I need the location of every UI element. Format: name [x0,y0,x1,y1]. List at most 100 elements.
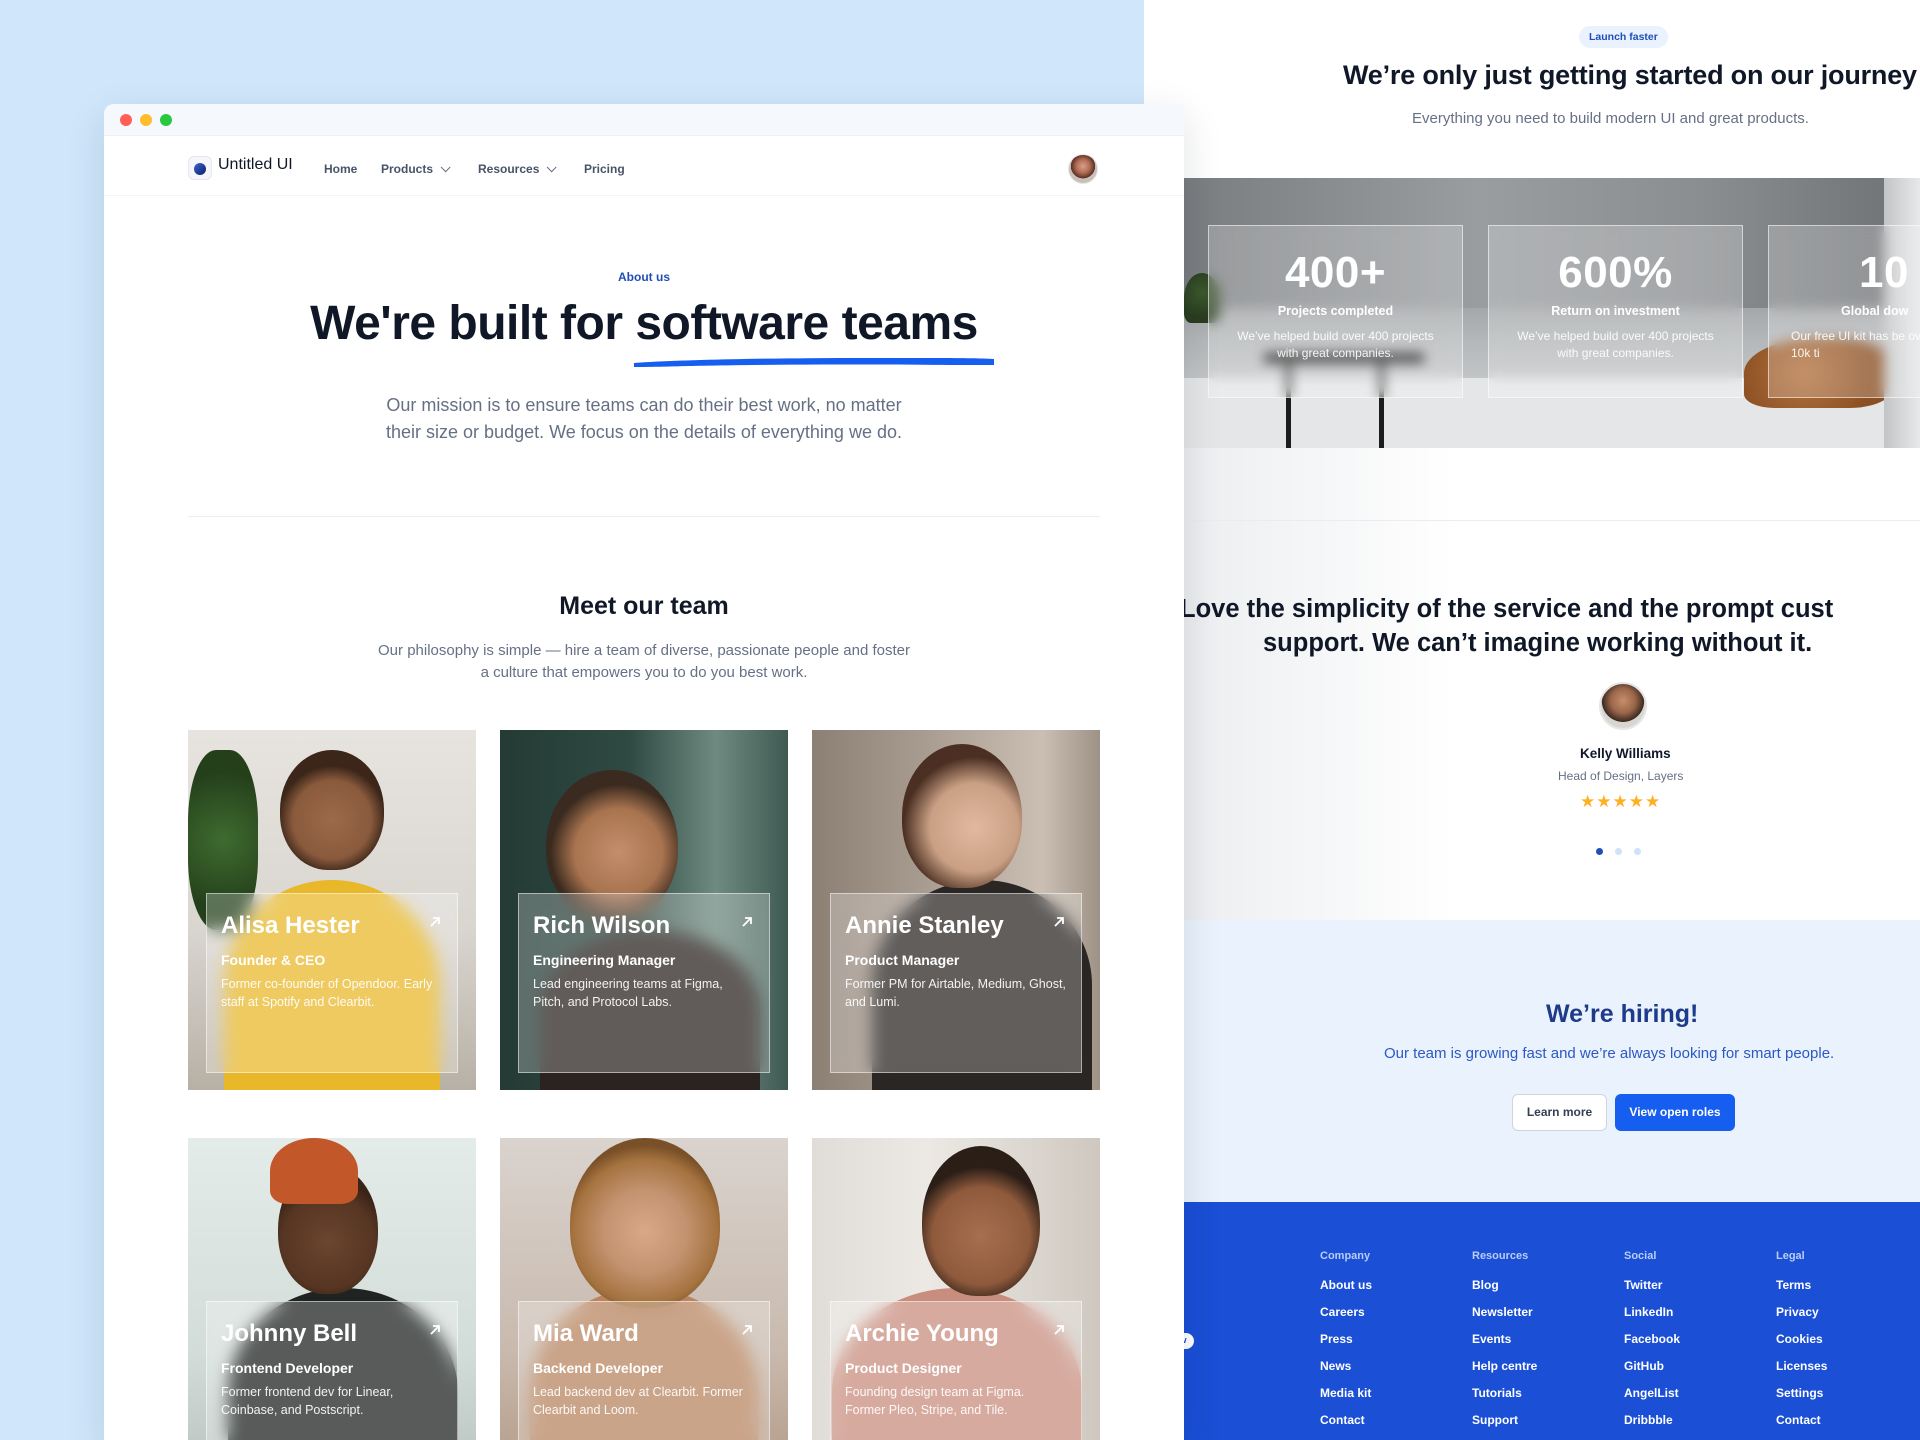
member-role: Frontend Developer [221,1360,354,1376]
footer-link[interactable]: Support [1472,1413,1537,1440]
carousel-dot[interactable] [1634,848,1641,855]
quote-line: Love the simplicity of the service and t… [1180,595,1834,623]
member-name: Rich Wilson [533,912,671,939]
member-name: Alisa Hester [221,912,360,939]
member-info-panel: Mia Ward Backend Developer Lead backend … [518,1301,770,1440]
footer-link[interactable]: Media kit [1320,1386,1372,1413]
brush-underline [634,358,994,367]
footer-link[interactable]: Tutorials [1472,1386,1537,1413]
footer-link[interactable]: Cookies [1776,1332,1827,1359]
chevron-down-icon [440,162,451,173]
hero-title-prefix: We're built for [310,297,636,350]
footer-link[interactable]: Facebook [1624,1332,1680,1359]
footer-link[interactable]: GitHub [1624,1359,1680,1386]
nav-link-pricing[interactable]: Pricing [584,162,625,176]
footer-link[interactable]: Twitter [1624,1278,1680,1305]
footer-link[interactable]: Privacy [1776,1305,1827,1332]
footer-link[interactable]: Licenses [1776,1359,1827,1386]
chevron-down-icon [547,162,557,173]
hiring-subtitle: Our team is growing fast and we’re alway… [1384,1045,1835,1062]
learn-more-button[interactable]: Learn more [1512,1094,1607,1131]
team-subtitle-line: a culture that empowers you to do you be… [480,664,808,681]
member-role: Engineering Manager [533,952,676,968]
section-divider [188,516,1100,517]
hero-subtitle: Our mission is to ensure teams can do th… [104,392,1184,446]
stat-card: 10 Global dow Our free UI kit has be ove… [1768,225,1920,398]
logo-icon[interactable] [188,156,212,180]
launch-badge: Launch faster [1579,26,1668,48]
footer-link[interactable]: Events [1472,1332,1537,1359]
stat-card: 400+ Projects completed We’ve helped bui… [1208,225,1463,398]
team-card[interactable]: Annie Stanley Product Manager Former PM … [812,730,1100,1090]
logo-text[interactable]: Untitled UI [218,156,293,174]
footer-link[interactable]: News [1320,1359,1372,1386]
user-avatar[interactable] [1068,154,1098,184]
stat-desc: Our free UI kit has be over 10k ti [1791,329,1920,360]
stats-subtitle: Everything you need to build modern UI a… [1412,110,1809,127]
view-open-roles-button[interactable]: View open roles [1615,1094,1735,1131]
arrow-up-right-icon[interactable] [739,1322,755,1338]
team-card[interactable]: Mia Ward Backend Developer Lead backend … [500,1138,788,1440]
hiring-title: We’re hiring! [1546,1000,1699,1028]
window-titlebar [104,104,1184,136]
hero-subtitle-line: their size or budget. We focus on the de… [386,422,902,442]
head-shape [922,1146,1040,1296]
hero-title: We're built for software teams [104,296,1184,351]
quote-line: support. We can’t imagine working withou… [1263,629,1813,657]
close-window-button[interactable] [120,114,132,126]
team-card[interactable]: Johnny Bell Frontend Developer Former fr… [188,1138,476,1440]
footer-link[interactable]: Dribbble [1624,1413,1680,1440]
testimonial-section [1144,448,1920,920]
arrow-up-right-icon[interactable] [427,1322,443,1338]
testimonial-role: Head of Design, Layers [1558,769,1684,783]
member-role: Backend Developer [533,1360,663,1376]
nav-link-home[interactable]: Home [324,162,357,176]
arrow-up-right-icon[interactable] [1051,914,1067,930]
stat-value: 600% [1558,248,1673,297]
footer-link[interactable]: Contact [1776,1413,1827,1440]
carousel-dot[interactable] [1615,848,1622,855]
arrow-up-right-icon[interactable] [427,914,443,930]
footer-link[interactable]: Blog [1472,1278,1537,1305]
nav-link-products[interactable]: Products [381,162,451,176]
team-card[interactable]: Archie Young Product Designer Founding d… [812,1138,1100,1440]
member-role: Product Designer [845,1360,962,1376]
member-desc: Lead backend dev at Clearbit. Former Cle… [533,1385,743,1417]
footer-link[interactable]: Terms [1776,1278,1827,1305]
nav-link-resources[interactable]: Resources [478,162,557,176]
footer-column-legal: Legal Terms Privacy Cookies Licenses Set… [1776,1250,1827,1440]
footer-link[interactable]: Newsletter [1472,1305,1537,1332]
member-name: Archie Young [845,1320,999,1347]
team-title: Meet our team [559,592,729,620]
footer-link[interactable]: Careers [1320,1305,1372,1332]
footer-link[interactable]: Contact [1320,1413,1372,1440]
footer-column-social: Social Twitter LinkedIn Facebook GitHub … [1624,1250,1680,1440]
carousel-dot[interactable] [1596,848,1603,855]
arrow-up-right-icon[interactable] [1051,1322,1067,1338]
member-role: Product Manager [845,952,960,968]
member-role: Founder & CEO [221,952,326,968]
footer-link[interactable]: Help centre [1472,1359,1537,1386]
arrow-up-right-icon[interactable] [739,914,755,930]
member-info-panel: Rich Wilson Engineering Manager Lead eng… [518,893,770,1073]
footer-link[interactable]: AngelList [1624,1386,1680,1413]
member-desc: Founding design team at Figma. Former Pl… [845,1385,1025,1417]
member-name: Mia Ward [533,1320,639,1347]
background-page: Launch faster We’re only just getting st… [1144,0,1920,1440]
beanie-shape [270,1138,358,1204]
maximize-window-button[interactable] [160,114,172,126]
member-info-panel: Alisa Hester Founder & CEO Former co-fou… [206,893,458,1073]
nav-link-label: Products [381,162,434,176]
footer-column-company: Company About us Careers Press News Medi… [1320,1250,1372,1440]
minimize-window-button[interactable] [140,114,152,126]
head-shape [280,750,384,870]
footer-link[interactable]: Press [1320,1332,1372,1359]
footer-link[interactable]: Settings [1776,1386,1827,1413]
browser-window: Untitled UI Home Products Resources Pric… [104,104,1184,1440]
footer-link[interactable]: About us [1320,1278,1372,1305]
footer-link[interactable]: LinkedIn [1624,1305,1680,1332]
team-card[interactable]: Rich Wilson Engineering Manager Lead eng… [500,730,788,1090]
divider [1184,520,1920,521]
member-desc: Former co-founder of Opendoor. Early sta… [221,977,433,1009]
team-card[interactable]: Alisa Hester Founder & CEO Former co-fou… [188,730,476,1090]
